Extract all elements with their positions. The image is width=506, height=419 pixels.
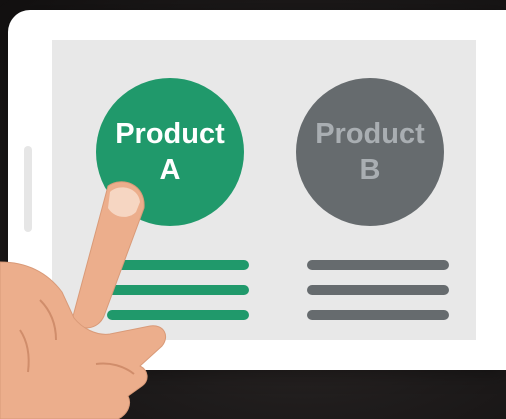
product-b-label-line2: B xyxy=(359,154,381,186)
tablet-screen: Product A Product B xyxy=(52,40,476,340)
tablet: Product A Product B xyxy=(8,10,506,370)
product-a-text-line xyxy=(107,310,249,320)
product-a-text-line xyxy=(107,260,249,270)
product-a-button[interactable]: Product A xyxy=(96,78,244,226)
product-a-text-line xyxy=(107,285,249,295)
product-b-text-line xyxy=(307,260,449,270)
product-a-label-line1: Product xyxy=(115,118,225,150)
product-b-text-line xyxy=(307,310,449,320)
product-b-label-line1: Product xyxy=(315,118,425,150)
tablet-side-button xyxy=(24,146,32,232)
product-b-text-line xyxy=(307,285,449,295)
product-b-button[interactable]: Product B xyxy=(296,78,444,226)
product-a-label-line2: A xyxy=(159,154,181,186)
